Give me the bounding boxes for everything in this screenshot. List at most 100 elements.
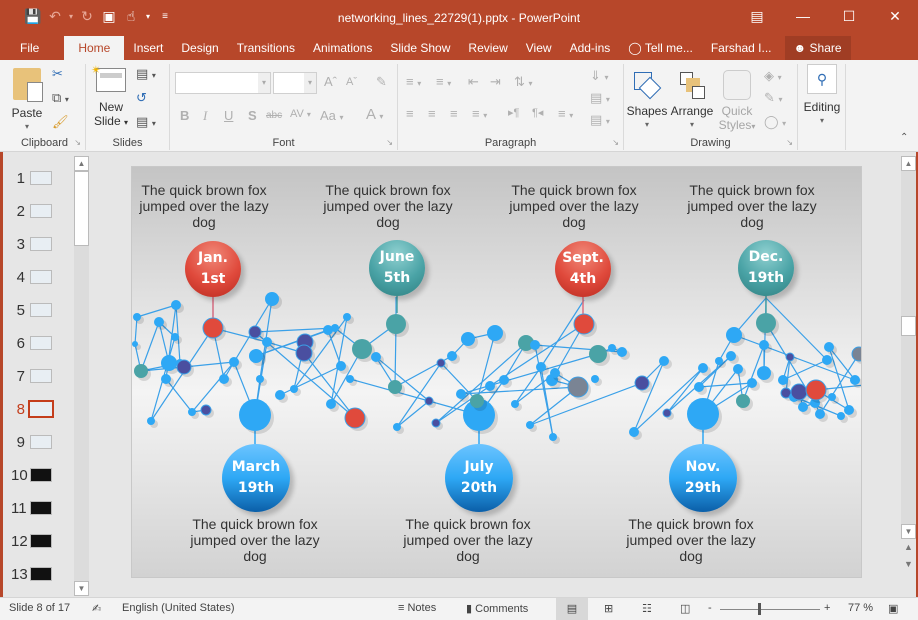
top-event-date-circle[interactable]: Dec. 19th [738, 240, 794, 296]
cut-icon[interactable]: ✂ [52, 66, 63, 82]
tab-slide-show[interactable]: Slide Show [381, 36, 459, 60]
previous-slide-icon[interactable]: ▲ [904, 542, 913, 552]
decrease-font-size-icon[interactable]: Aˇ [346, 76, 357, 88]
font-color-icon[interactable]: A ▾ [366, 106, 383, 123]
copy-icon[interactable]: ⧉ ▾ [52, 90, 69, 106]
bottom-event-date-circle[interactable]: July 20th [445, 444, 513, 512]
normal-view-icon[interactable]: ▤ [556, 598, 588, 620]
text-shadow-icon[interactable]: S [248, 108, 257, 123]
reset-icon[interactable]: ↺ [136, 90, 147, 106]
font-size-combobox[interactable]: ▾ [273, 72, 317, 94]
tab-view[interactable]: View [517, 36, 561, 60]
right-to-left-icon[interactable]: ¶◂ [532, 106, 543, 119]
slide-thumbnail-6[interactable]: 6 [3, 333, 73, 355]
reading-view-icon[interactable]: ☷ [642, 602, 652, 615]
tell-me-search[interactable]: ◯ Tell me... [619, 36, 702, 60]
columns-icon[interactable]: ≡ ▾ [558, 106, 573, 121]
font-size-dropdown-icon[interactable]: ▾ [304, 73, 316, 93]
slide-thumbnail-3[interactable]: 3 [3, 234, 73, 256]
align-left-icon[interactable]: ≡ [406, 106, 414, 121]
font-launcher-icon[interactable]: ↘ [386, 138, 393, 147]
format-painter-icon[interactable]: 🖌 [52, 114, 69, 130]
slide-scroll-up-button[interactable]: ▲ [901, 156, 916, 171]
language-indicator[interactable]: English (United States) [122, 602, 235, 614]
slide-thumbnail-11[interactable]: 11 [3, 498, 73, 520]
slide-thumbnail-10[interactable]: 10 [3, 465, 73, 487]
bullets-icon[interactable]: ≡ ▾ [406, 74, 421, 89]
bottom-event-date-circle[interactable]: Nov. 29th [669, 444, 737, 512]
share-button[interactable]: ☻ Share [784, 36, 851, 60]
left-to-right-icon[interactable]: ▸¶ [508, 106, 519, 119]
increase-font-size-icon[interactable]: Aˆ [324, 74, 337, 89]
justify-icon[interactable]: ≡ ▾ [472, 106, 487, 121]
zoom-in-button[interactable]: + [824, 602, 830, 614]
slide-thumbnail-9[interactable]: 9 [3, 432, 73, 454]
character-spacing-icon[interactable]: AV ▾ [290, 108, 311, 120]
top-event-date-circle[interactable]: Sept. 4th [555, 241, 611, 297]
slide-thumbnail-13[interactable]: 13 [3, 564, 73, 586]
scroll-thumb[interactable] [74, 171, 89, 246]
slide-thumbnail-7[interactable]: 7 [3, 366, 73, 388]
minimize-icon[interactable]: — [780, 0, 826, 32]
next-slide-icon[interactable]: ▼ [904, 559, 913, 569]
paste-button[interactable]: Paste ▾ [8, 68, 46, 134]
strikethrough-icon[interactable]: abc [266, 110, 282, 121]
shapes-button[interactable]: Shapes ▾ [626, 66, 668, 132]
font-name-combobox[interactable]: ▾ [175, 72, 271, 94]
decrease-indent-icon[interactable]: ⇤ [468, 74, 479, 90]
maximize-icon[interactable]: ☐ [826, 0, 872, 32]
comments-button[interactable]: ▮ Comments [466, 602, 528, 615]
zoom-out-button[interactable]: - [708, 602, 712, 614]
top-event-date-circle[interactable]: Jan. 1st [185, 241, 241, 297]
slide-thumbnail-1[interactable]: 1 [3, 168, 73, 190]
convert-to-smartart-icon[interactable]: ▤ ▾ [590, 112, 610, 128]
underline-icon[interactable]: U [224, 108, 233, 123]
tab-design[interactable]: Design [172, 36, 227, 60]
top-event-date-circle[interactable]: June 5th [369, 240, 425, 296]
layout-icon[interactable]: ▤ ▾ [136, 66, 156, 82]
scroll-down-button[interactable]: ▼ [74, 581, 89, 596]
align-right-icon[interactable]: ≡ [450, 106, 458, 121]
align-center-icon[interactable]: ≡ [428, 106, 436, 121]
scroll-up-button[interactable]: ▲ [74, 156, 89, 171]
align-text-icon[interactable]: ▤ ▾ [590, 90, 610, 106]
account-name[interactable]: Farshad I... [702, 36, 781, 60]
bold-icon[interactable]: B [180, 108, 189, 123]
slide-8[interactable]: The quick brown fox jumped over the lazy… [131, 166, 862, 578]
tab-file[interactable]: File [0, 36, 64, 60]
ribbon-display-options-icon[interactable]: ▤ [734, 0, 780, 32]
slide-thumbnail-2[interactable]: 2 [3, 201, 73, 223]
shape-effects-icon[interactable]: ◯ ▾ [764, 114, 786, 130]
line-spacing-icon[interactable]: ⇅ ▾ [514, 74, 533, 90]
slide-show-icon[interactable]: ◫ [680, 602, 690, 615]
shape-fill-icon[interactable]: ◈ ▾ [764, 68, 782, 84]
editing-button[interactable]: ⚲ Editing ▾ [800, 64, 844, 128]
tab-review[interactable]: Review [459, 36, 516, 60]
zoom-slider-thumb[interactable] [757, 603, 761, 615]
section-icon[interactable]: ▤ ▾ [136, 114, 156, 130]
numbering-icon[interactable]: ≡ ▾ [436, 74, 451, 89]
slide-thumbnail-8[interactable]: 8 [3, 399, 73, 421]
new-slide-button[interactable]: ✴ New Slide ▾ [90, 63, 132, 130]
quick-styles-button[interactable]: Quick Styles▾ [716, 66, 758, 134]
notes-button[interactable]: ≡ Notes [398, 602, 436, 614]
tab-add-ins[interactable]: Add-ins [561, 36, 620, 60]
collapse-ribbon-icon[interactable]: ⌃ [900, 132, 908, 143]
arrange-button[interactable]: Arrange ▾ [668, 66, 716, 132]
increase-indent-icon[interactable]: ⇥ [490, 74, 501, 90]
close-icon[interactable]: ✕ [872, 0, 918, 32]
spell-check-icon[interactable]: ✍ [92, 602, 101, 615]
tab-insert[interactable]: Insert [124, 36, 172, 60]
change-case-icon[interactable]: Aa ▾ [320, 108, 344, 123]
slide-scroll-thumb[interactable] [901, 316, 916, 336]
tab-transitions[interactable]: Transitions [228, 36, 304, 60]
zoom-level[interactable]: 77 % [848, 602, 873, 614]
tab-animations[interactable]: Animations [304, 36, 381, 60]
slides-pane-scrollbar[interactable]: ▲ ▼ [74, 156, 89, 596]
shape-outline-icon[interactable]: ✎ ▾ [764, 90, 783, 106]
slide-thumbnail-4[interactable]: 4 [3, 267, 73, 289]
tab-home[interactable]: Home [64, 36, 125, 60]
paragraph-launcher-icon[interactable]: ↘ [612, 138, 619, 147]
fit-slide-icon[interactable]: ▣ [888, 602, 898, 615]
text-direction-icon[interactable]: ⇓ ▾ [590, 68, 609, 84]
